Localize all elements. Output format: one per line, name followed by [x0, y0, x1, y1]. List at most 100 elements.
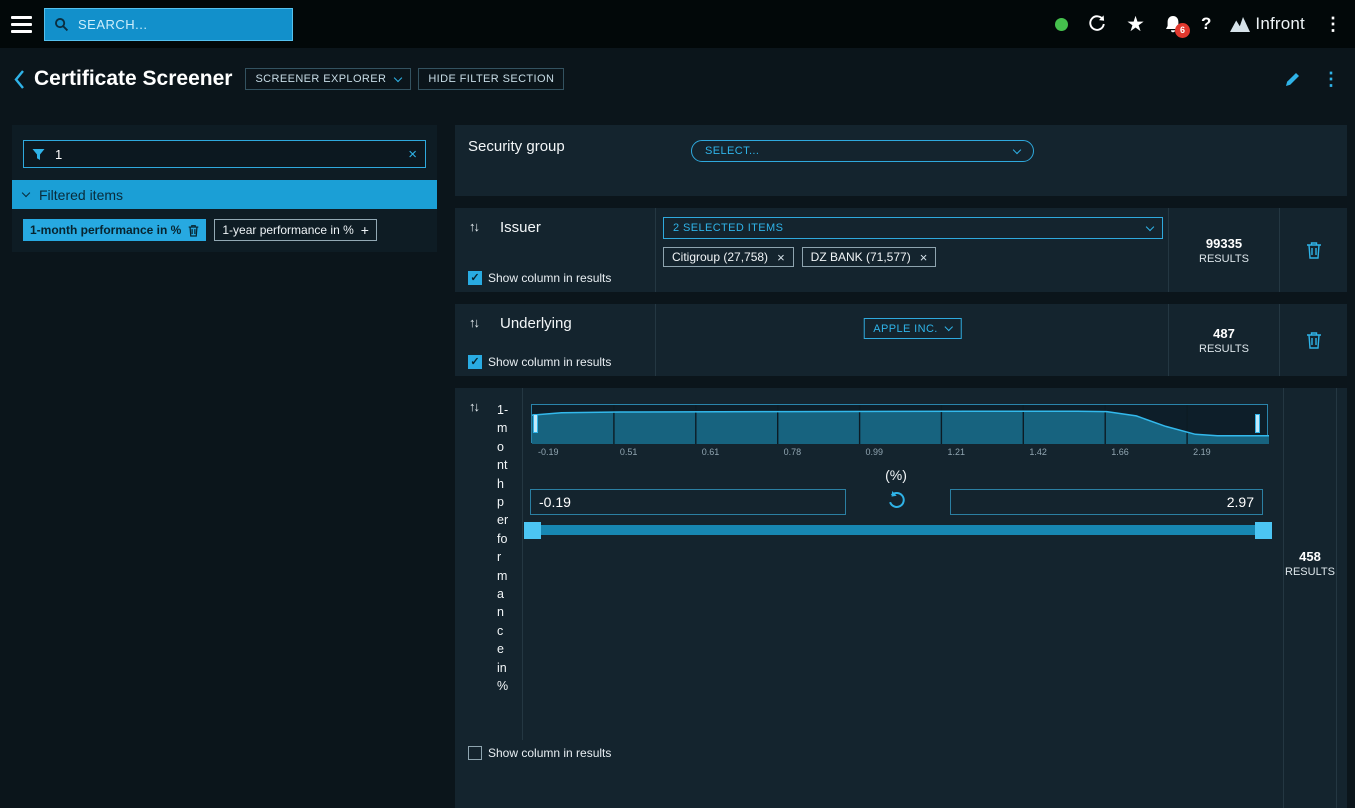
checkbox-icon[interactable]: ✓ — [468, 746, 482, 760]
edit-pencil-icon[interactable] — [1284, 71, 1301, 88]
tick-label: 1.42 — [1029, 447, 1047, 457]
issuer-dropdown-value: 2 SELECTED ITEMS — [673, 222, 783, 234]
underlying-dropdown-value: APPLE INC. — [873, 323, 938, 335]
show-column-toggle[interactable]: ✓ Show column in results — [468, 746, 611, 760]
chip-label: 1-month performance in % — [30, 223, 181, 237]
select-placeholder: SELECT... — [705, 145, 759, 157]
histogram-max-handle[interactable] — [1255, 414, 1260, 433]
tick-label: 1.66 — [1111, 447, 1129, 457]
search-icon — [54, 17, 69, 32]
brand-name: Infront — [1255, 14, 1305, 34]
page-header: Certificate Screener SCREENER EXPLORER H… — [0, 48, 1355, 110]
topbar-actions: ★ 6 ? Infront ⋮ — [1055, 14, 1355, 35]
tag-label: Citigroup (27,758) — [672, 250, 768, 264]
issuer-dropdown[interactable]: 2 SELECTED ITEMS — [663, 217, 1163, 239]
favorites-star-icon[interactable]: ★ — [1126, 14, 1145, 35]
funnel-filter-icon — [32, 148, 45, 161]
global-search[interactable] — [44, 8, 293, 41]
page-title: Certificate Screener — [34, 67, 232, 91]
issuer-filter-section: ↑↓ Issuer ✓ Show column in results 2 SEL… — [455, 208, 1347, 292]
histogram-ticks: -0.190.510.610.780.991.211.421.662.19 — [531, 447, 1268, 459]
clear-filter-icon[interactable]: × — [408, 147, 417, 162]
slider-track[interactable] — [531, 525, 1266, 535]
filter-chips: 1-month performance in % 1-year performa… — [12, 209, 437, 241]
issuer-delete-button[interactable] — [1280, 208, 1347, 292]
remove-tag-icon[interactable]: × — [777, 251, 785, 264]
connection-status-icon — [1055, 18, 1068, 31]
sort-icon[interactable]: ↑↓ — [469, 399, 478, 414]
infront-mountain-icon — [1230, 17, 1250, 32]
tag-citigroup[interactable]: Citigroup (27,758) × — [663, 247, 794, 267]
back-chevron-icon[interactable] — [13, 69, 25, 90]
issuer-content-zone: 2 SELECTED ITEMS Citigroup (27,758) × DZ… — [657, 208, 1168, 292]
slider-min-handle[interactable] — [524, 522, 541, 539]
screener-explorer-dropdown[interactable]: SCREENER EXPLORER — [245, 68, 411, 90]
filter-explorer-panel: × Filtered items 1-month performance in … — [12, 125, 437, 252]
filtered-items-header[interactable]: Filtered items — [12, 180, 437, 209]
tag-dz-bank[interactable]: DZ BANK (71,577) × — [802, 247, 937, 267]
brand-logo: Infront — [1230, 14, 1305, 34]
checkbox-icon[interactable]: ✓ — [468, 271, 482, 285]
header-kebab-menu-icon[interactable]: ⋮ — [1322, 70, 1340, 88]
sort-icon[interactable]: ↑↓ — [469, 315, 478, 330]
underlying-content-zone: APPLE INC. — [657, 304, 1168, 376]
chevron-down-icon — [394, 73, 402, 81]
topbar: ★ 6 ? Infront ⋮ — [0, 0, 1355, 48]
add-plus-icon[interactable]: + — [361, 223, 369, 237]
tag-label: DZ BANK (71,577) — [811, 250, 911, 264]
filter-name-vertical: 1-month performance in % — [497, 401, 510, 696]
underlying-delete-button[interactable] — [1280, 304, 1347, 376]
remove-tag-icon[interactable]: × — [920, 251, 928, 264]
topbar-kebab-menu-icon[interactable]: ⋮ — [1324, 15, 1342, 33]
filter-name: Issuer — [500, 219, 541, 236]
reset-range-icon[interactable] — [887, 490, 907, 510]
filtered-items-label: Filtered items — [39, 187, 123, 203]
chip-1-month-performance[interactable]: 1-month performance in % — [23, 219, 206, 241]
trash-icon — [1306, 331, 1322, 349]
filter-search-box[interactable]: × — [23, 140, 426, 168]
show-column-label: Show column in results — [488, 271, 611, 285]
refresh-icon[interactable] — [1087, 14, 1107, 34]
show-column-toggle[interactable]: ✓ Show column in results — [468, 271, 611, 285]
histogram-area — [532, 411, 1269, 444]
tick-label: 1.21 — [947, 447, 965, 457]
help-icon[interactable]: ? — [1201, 14, 1211, 34]
security-group-label: Security group — [468, 138, 565, 155]
results-count: 458 — [1299, 549, 1321, 564]
slider-max-handle[interactable] — [1255, 522, 1272, 539]
show-column-label: Show column in results — [488, 355, 611, 369]
issuer-selected-tags: Citigroup (27,758) × DZ BANK (71,577) × — [663, 247, 1168, 267]
trash-icon[interactable] — [188, 224, 199, 237]
performance-filter-section: ↑↓ 1-month performance in % -0.190.510.6… — [455, 388, 1347, 808]
screener-main: Security group SELECT... ↑↓ Issuer ✓ Sho… — [455, 125, 1347, 808]
unit-label: (%) — [524, 467, 1268, 483]
range-min-input[interactable] — [530, 489, 846, 515]
underlying-results: 487 RESULTS — [1168, 304, 1280, 376]
filter-name: Underlying — [500, 315, 572, 332]
chevron-down-icon — [1146, 222, 1154, 230]
checkbox-icon[interactable]: ✓ — [468, 355, 482, 369]
security-group-select[interactable]: SELECT... — [691, 140, 1034, 162]
security-group-section: Security group SELECT... — [455, 125, 1347, 196]
results-label: RESULTS — [1199, 343, 1249, 355]
range-slider[interactable] — [524, 522, 1272, 539]
chevron-down-icon — [1013, 145, 1021, 153]
tick-label: 0.99 — [866, 447, 884, 457]
histogram — [531, 404, 1268, 443]
chip-1-year-performance[interactable]: 1-year performance in % + — [214, 219, 377, 241]
hamburger-menu-icon[interactable] — [11, 16, 32, 33]
filter-search-input[interactable] — [53, 146, 400, 163]
underlying-dropdown[interactable]: APPLE INC. — [863, 318, 962, 339]
range-max-input[interactable] — [950, 489, 1263, 515]
sort-icon[interactable]: ↑↓ — [469, 219, 478, 234]
issuer-label-zone: ↑↓ Issuer ✓ Show column in results — [455, 208, 656, 292]
notifications-bell-icon[interactable]: 6 — [1164, 15, 1182, 34]
show-column-toggle[interactable]: ✓ Show column in results — [468, 355, 611, 369]
histogram-min-handle[interactable] — [533, 414, 538, 433]
performance-label-zone: ↑↓ 1-month performance in % — [455, 388, 523, 740]
results-label: RESULTS — [1285, 566, 1335, 578]
hide-filter-section-button[interactable]: HIDE FILTER SECTION — [418, 68, 564, 90]
search-input[interactable] — [76, 16, 283, 33]
results-label: RESULTS — [1199, 253, 1249, 265]
tick-label: -0.19 — [538, 447, 559, 457]
